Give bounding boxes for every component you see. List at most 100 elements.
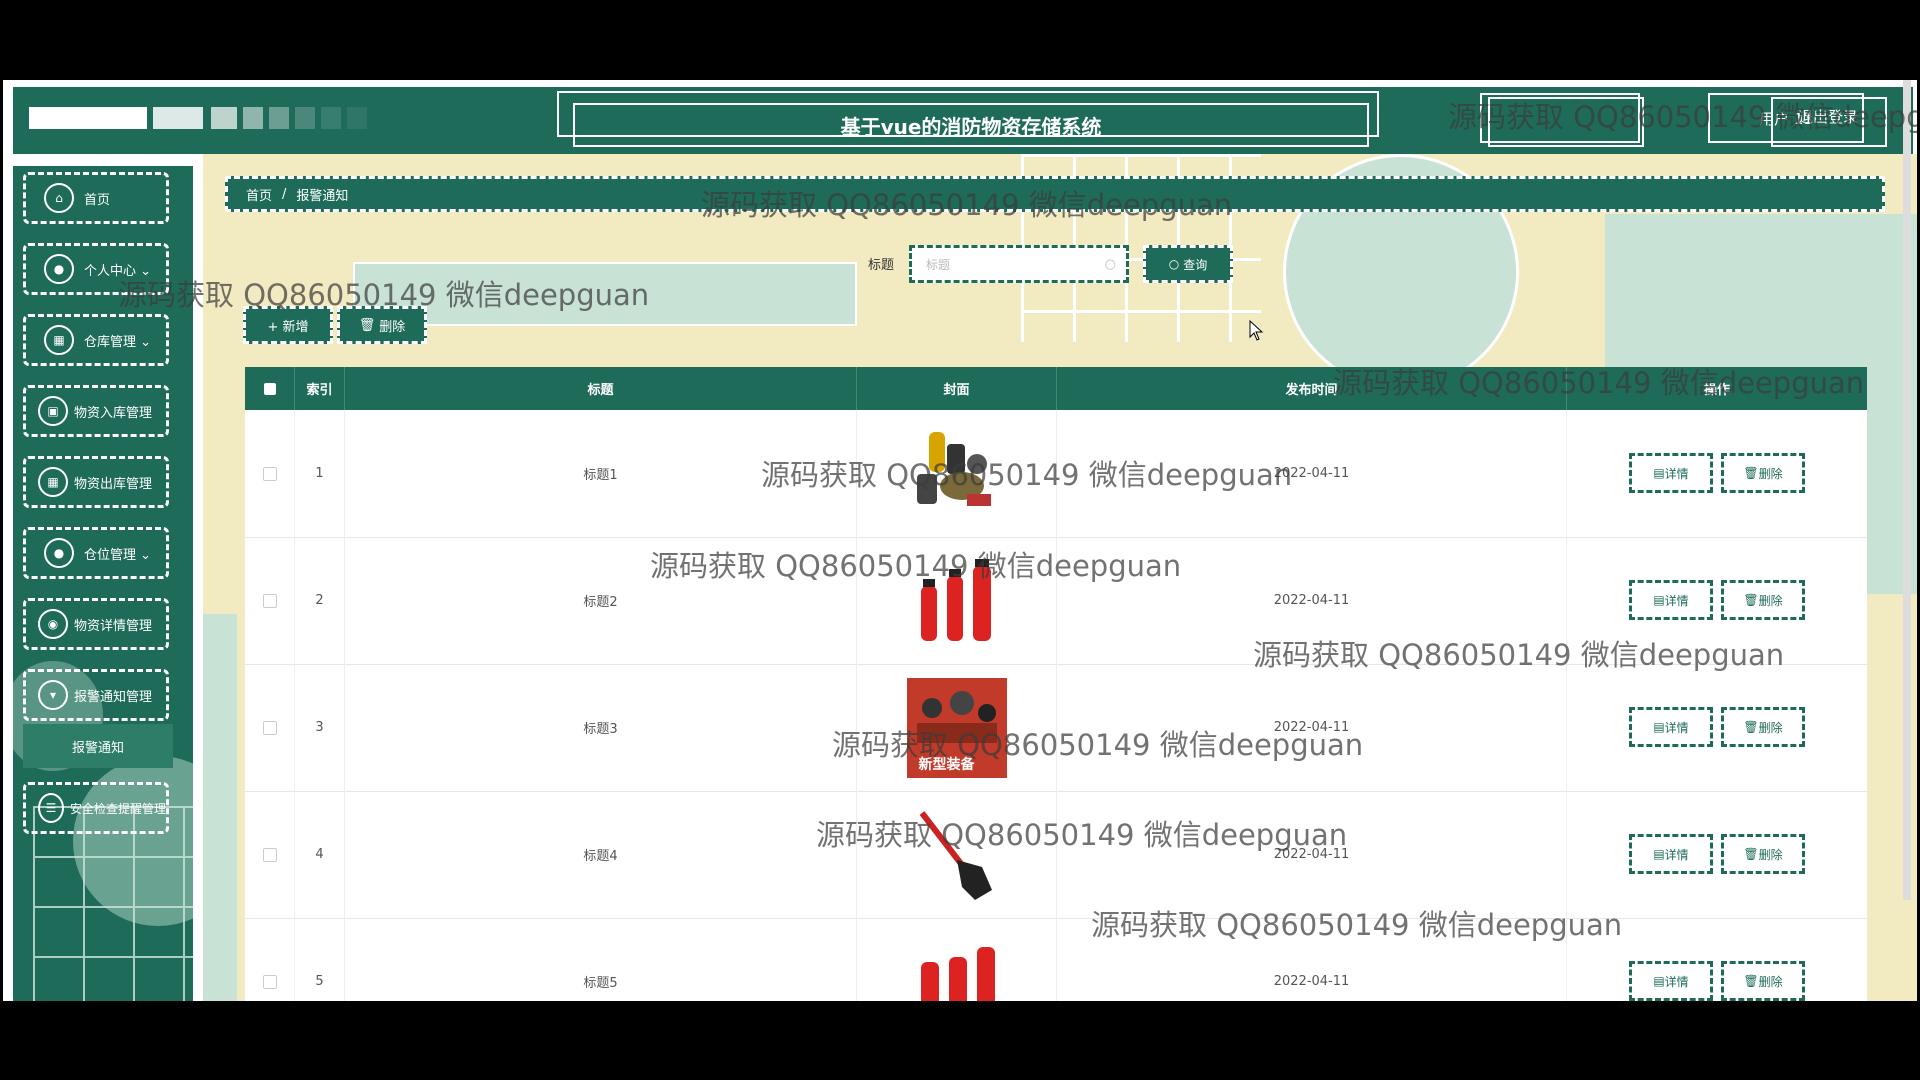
cell-index: 4 [295,791,345,918]
column-header-cover[interactable]: 封面 [857,367,1057,410]
row-checkbox[interactable] [245,664,295,791]
cell-actions: ▤ 详情 🗑 删除 [1567,664,1867,791]
trash-icon: 🗑 [1743,720,1759,734]
sidebar-item-label: 物资详情管理 [74,618,153,634]
sidebar-item-safety-check[interactable]: ☰ 安全检查提醒管理 [23,782,169,834]
cell-actions: ▤ 详情 🗑 删除 [1567,791,1867,918]
check-icon: ☰ [38,793,64,823]
table-row: 5 标题5 2022-04-11 ▤ 详情 🗑 删除 [245,918,1867,1001]
sidebar-item-warehouse[interactable]: ▦ 仓库管理 ⌄ [23,314,169,366]
sidebar-item-label: 物资出库管理 [74,476,153,492]
breadcrumb-home[interactable]: 首页 [246,185,272,204]
detail-button[interactable]: ▤ 详情 [1629,834,1713,874]
chevron-down-icon: ⌄ [140,547,152,563]
sidebar-item-stock-out[interactable]: ▦ 物资出库管理 [23,456,169,508]
search-button-label: 查询 [1183,257,1208,272]
system-title: 基于vue的消防物资存储系统 [573,103,1369,147]
search-icon: ○ [1104,257,1116,272]
chevron-down-icon: ⌄ [140,334,152,350]
detail-button[interactable]: ▤ 详情 [1629,580,1713,620]
delete-button[interactable]: 🗑 删除 [1721,580,1805,620]
watermark-text: 源码获取 QQ86050149 微信deepguan [816,818,1348,852]
mouse-cursor-icon [1249,320,1264,341]
submenu-label: 报警通知 [71,740,124,756]
select-all-checkbox[interactable] [245,367,295,410]
watermark-text: 源码获取 QQ86050149 微信deepguan [1091,908,1623,942]
cell-title: 标题3 [345,664,857,791]
document-icon: ▤ [1653,847,1665,861]
watermark-text: 源码获取 QQ86050149 微信deepguan [761,458,1293,492]
watermark-text: 源码获取 QQ86050149 微信deepguan [1333,366,1865,400]
delete-button[interactable]: 🗑 删除 [1721,834,1805,874]
sidebar-item-label: 仓位管理 ⌄ [84,547,152,563]
cell-cover [857,791,1057,918]
trash-icon: 🗑 [1743,974,1759,988]
add-button-label: + 新增 [267,319,309,335]
user-icon: ● [44,254,74,284]
cell-date: 2022-04-11 [1057,791,1567,918]
vertical-scrollbar[interactable] [1903,80,1911,900]
user-icon: ● [44,538,74,568]
row-checkbox[interactable] [245,918,295,1001]
search-icon: ○ [1168,257,1180,271]
sidebar-item-stock-in[interactable]: ▣ 物资入库管理 [23,385,169,437]
delete-button[interactable]: 🗑 删除 [1721,707,1805,747]
cell-index: 2 [295,537,345,664]
sidebar-item-label: 安全检查提醒管理 [69,801,166,816]
watermark-text: 源码获取 QQ86050149 微信deepguan [650,549,1182,583]
watermark-text: 源码获取 QQ86050149 微信deepguan [832,728,1364,762]
delete-button[interactable]: 🗑 删除 [1721,453,1805,493]
trash-icon: 🗑 [1743,593,1759,607]
background-decoration [203,614,237,1001]
row-checkbox[interactable] [245,791,295,918]
document-icon: ▤ [1653,974,1665,988]
sidebar-item-label: 首页 [84,192,111,208]
cell-index: 5 [295,918,345,1001]
cell-index: 3 [295,664,345,791]
grid-icon: ▦ [44,325,74,355]
sidebar-item-label: 物资入库管理 [74,405,153,421]
detail-button[interactable]: ▤ 详情 [1629,961,1713,1001]
watermark-text: 源码获取 QQ86050149 微信deepguan [118,278,650,312]
trash-icon: 🗑 [1743,847,1759,861]
cell-cover [857,918,1057,1001]
document-icon: ▤ [1653,720,1665,734]
sidebar-item-alarm[interactable]: ▾ 报警通知管理 [23,669,169,721]
search-placeholder: 标题 [926,257,951,272]
cell-actions: ▤ 详情 🗑 删除 [1567,410,1867,537]
sidebar-item-home[interactable]: ⌂ 首页 [23,172,169,224]
cell-index: 1 [295,410,345,537]
submenu-alarm-notice[interactable]: 报警通知 [23,724,173,768]
sidebar-item-label: 报警通知管理 [74,689,153,705]
cell-title: 标题5 [345,918,857,1001]
search-button[interactable]: ○ 查询 [1143,245,1233,283]
sidebar-item-material-detail[interactable]: ◉ 物资详情管理 [23,598,169,650]
row-checkbox[interactable] [245,537,295,664]
sidebar-item-location[interactable]: ● 仓位管理 ⌄ [23,527,169,579]
grid-icon: ▦ [38,467,68,497]
trash-icon: 🗑 [1743,466,1759,480]
breadcrumb-current: 报警通知 [296,188,349,204]
delete-button-label: 删除 [379,319,406,335]
column-header-title[interactable]: 标题 [345,367,857,410]
trash-icon: 🗑 [358,317,376,333]
sidebar-item-label: 仓库管理 ⌄ [84,334,152,350]
detail-button[interactable]: ▤ 详情 [1629,707,1713,747]
column-header-index[interactable]: 索引 [295,367,345,410]
search-label: 标题 [868,258,895,273]
document-icon: ▤ [1653,466,1665,480]
pin-icon: ◉ [38,609,68,639]
cell-title: 标题4 [345,791,857,918]
row-checkbox[interactable] [245,410,295,537]
search-input[interactable]: 标题 ○ [909,245,1129,283]
breadcrumb-separator: / [282,186,287,202]
delete-button[interactable]: 🗑 删除 [1721,961,1805,1001]
app-window: 基于vue的消防物资存储系统 用户 11 退出登录 ⌂ 首页 ● 个人中心 ⌄ … [3,80,1917,1001]
home-icon: ⌂ [44,183,74,213]
table-row: 4 标题4 2022-04-11 ▤ 详情 🗑 删除 [245,791,1867,919]
detail-button[interactable]: ▤ 详情 [1629,453,1713,493]
watermark-text: 源码获取 QQ86050149 微信deepguan [701,188,1233,222]
fire-extinguishers-image [907,932,1007,1001]
watermark-text: 源码获取 QQ86050149 微信deepguan [1253,638,1785,672]
bell-icon: ▾ [38,680,68,710]
